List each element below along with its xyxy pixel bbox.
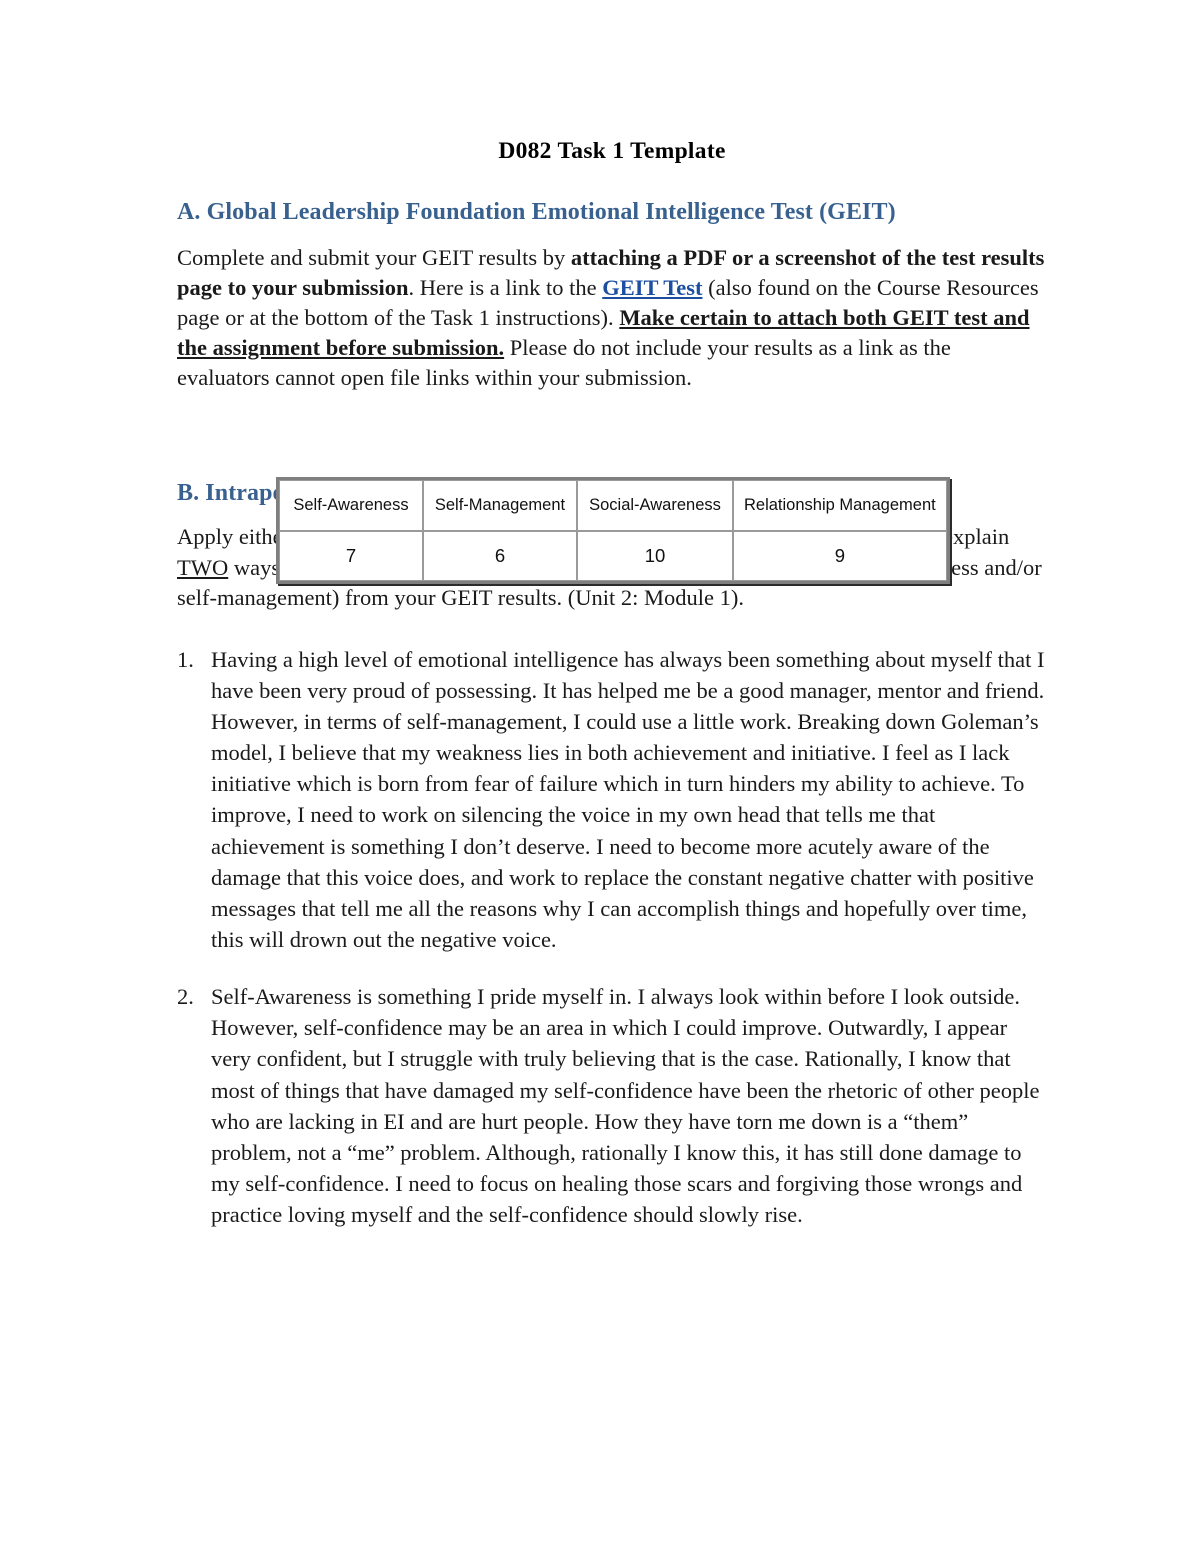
table-value-cell: 6 [423,531,577,581]
table-header-cell: Relationship Management [733,480,947,531]
list-item-marker: 2. [177,984,194,1010]
table-row: 7 6 10 9 [279,531,947,581]
answers-container: 1. Having a high level of emotional inte… [177,613,1047,1231]
list-item: 1. Having a high level of emotional inte… [177,644,1047,956]
table-header-cell: Social-Awareness [577,480,733,531]
list-item-text: Having a high level of emotional intelli… [211,646,1045,952]
answers-list: 1. Having a high level of emotional inte… [177,644,1047,1231]
table-header-row: Self-Awareness Self-Management Social-Aw… [279,480,947,531]
list-item: 2. Self-Awareness is something I pride m… [177,981,1047,1230]
section-a-paragraph-container: Complete and submit your GEIT results by… [177,227,1047,393]
document-page: D082 Task 1 Template A. Global Leadershi… [0,0,1200,1553]
section-a-container: A. Global Leadership Foundation Emotiona… [177,166,1047,227]
instr-text-1: Complete and submit your GEIT results by [177,244,571,270]
document-body: D082 Task 1 Template A. Global Leadershi… [177,0,1047,1230]
table-value-cell: 7 [279,531,423,581]
table-value-cell: 9 [733,531,947,581]
section-a-heading: A. Global Leadership Foundation Emotiona… [177,198,896,225]
geit-results-table-wrapper: Self-Awareness Self-Management Social-Aw… [276,477,950,584]
table-header-cell: Self-Awareness [279,480,423,531]
prompt-underline-two: TWO [177,554,229,580]
page-title: D082 Task 1 Template [498,138,726,164]
geit-test-link[interactable]: GEIT Test [602,275,702,300]
section-a-paragraph: Complete and submit your GEIT results by… [177,243,1047,393]
table-header-cell: Self-Management [423,480,577,531]
list-item-marker: 1. [177,646,194,672]
instr-text-2: . Here is a link to the [408,274,603,300]
table-value-cell: 10 [577,531,733,581]
list-item-text: Self-Awareness is something I pride myse… [211,984,1040,1228]
geit-results-table: Self-Awareness Self-Management Social-Aw… [276,477,950,584]
